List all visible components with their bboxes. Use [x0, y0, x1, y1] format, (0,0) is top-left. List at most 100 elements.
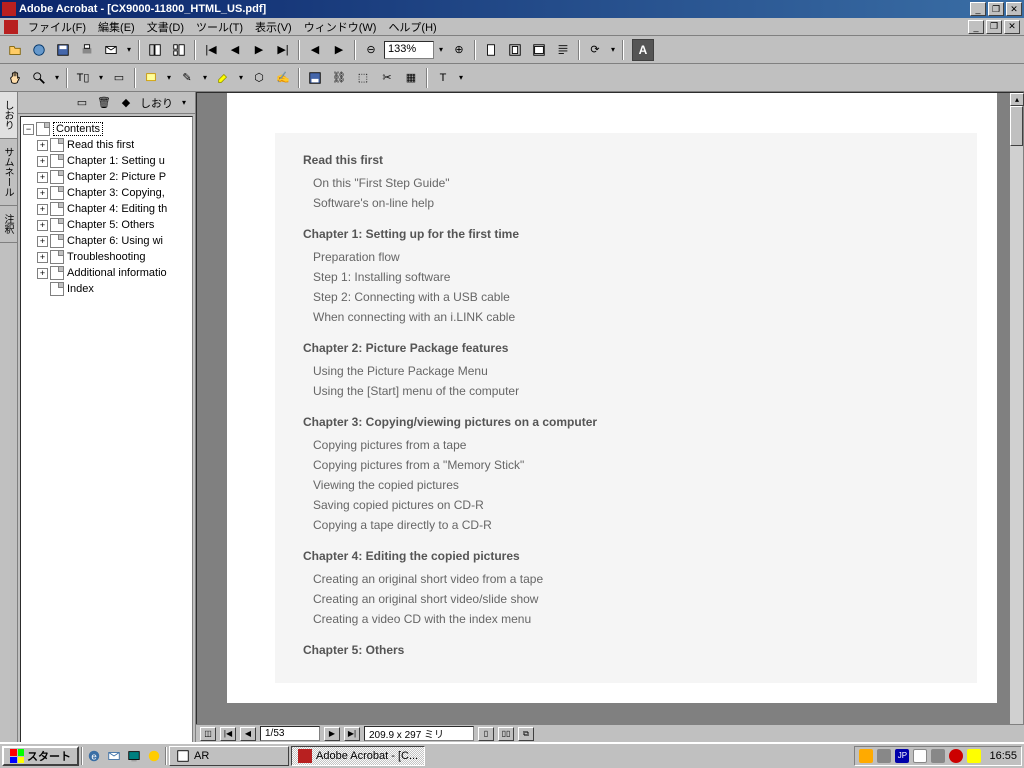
- tree-item[interactable]: +Chapter 5: Others: [35, 217, 192, 233]
- menu-tools[interactable]: ツール(T): [190, 17, 249, 37]
- expand-icon[interactable]: +: [37, 188, 48, 199]
- start-button[interactable]: スタート: [2, 746, 79, 766]
- prev-page-button[interactable]: ◀: [224, 39, 246, 61]
- tray-icon-3[interactable]: [913, 749, 927, 763]
- toc-heading[interactable]: Chapter 1: Setting up for the first time: [303, 227, 949, 241]
- rotate-dropdown[interactable]: ▾: [608, 45, 618, 54]
- side-tab-thumbnails[interactable]: サムネール: [0, 139, 17, 206]
- collapse-icon[interactable]: −: [23, 124, 34, 135]
- tree-item[interactable]: +Chapter 2: Picture P: [35, 169, 192, 185]
- menu-help[interactable]: ヘルプ(H): [382, 17, 442, 37]
- quicklaunch-ie-icon[interactable]: e: [85, 747, 103, 765]
- toc-heading[interactable]: Read this first: [303, 153, 949, 167]
- hand-tool-button[interactable]: [4, 67, 26, 89]
- show-bookmarks-button[interactable]: [144, 39, 166, 61]
- tray-icon-4[interactable]: [931, 749, 945, 763]
- tree-item[interactable]: +Read this first: [35, 137, 192, 153]
- bookmark-menu-dropdown[interactable]: ▾: [179, 98, 189, 107]
- close-button[interactable]: ✕: [1006, 2, 1022, 16]
- zoom-field[interactable]: 133%: [384, 41, 434, 59]
- doc-close-button[interactable]: ✕: [1004, 20, 1020, 34]
- scroll-thumb-v[interactable]: [1010, 106, 1023, 146]
- mail-button[interactable]: [100, 39, 122, 61]
- crop-tool-button[interactable]: ✂: [376, 67, 398, 89]
- toc-link[interactable]: Saving copied pictures on CD-R: [313, 495, 949, 515]
- rotate-button[interactable]: ⟳: [584, 39, 606, 61]
- highlight-dropdown[interactable]: ▾: [236, 73, 246, 82]
- status-layout-button[interactable]: ◫: [200, 727, 216, 741]
- movie-tool-button[interactable]: ▦: [400, 67, 422, 89]
- expand-icon[interactable]: +: [37, 172, 48, 183]
- quicklaunch-desktop-icon[interactable]: [125, 747, 143, 765]
- first-page-button[interactable]: |◀: [200, 39, 222, 61]
- menu-edit[interactable]: 編集(E): [92, 17, 141, 37]
- toc-link[interactable]: Copying a tape directly to a CD-R: [313, 515, 949, 535]
- tray-volume-icon[interactable]: [967, 749, 981, 763]
- save-button[interactable]: [52, 39, 74, 61]
- tree-item[interactable]: +Chapter 6: Using wi: [35, 233, 192, 249]
- graphics-select-button[interactable]: ▭: [108, 67, 130, 89]
- open-web-button[interactable]: [28, 39, 50, 61]
- delete-bookmark-button[interactable]: 🗑: [96, 95, 112, 111]
- stamp-tool-button[interactable]: ⬡: [248, 67, 270, 89]
- clock[interactable]: 16:55: [989, 750, 1017, 762]
- taskbar-task-acrobat[interactable]: Adobe Acrobat - [C...: [291, 746, 425, 766]
- article-tool-button[interactable]: ⬚: [352, 67, 374, 89]
- signature-tool-button[interactable]: ✍: [272, 67, 294, 89]
- fit-page-button[interactable]: [504, 39, 526, 61]
- toc-link[interactable]: On this "First Step Guide": [313, 173, 949, 193]
- back-button[interactable]: ◀: [304, 39, 326, 61]
- expand-icon[interactable]: +: [37, 236, 48, 247]
- note-tool-button[interactable]: [140, 67, 162, 89]
- toc-heading[interactable]: Chapter 4: Editing the copied pictures: [303, 549, 949, 563]
- fit-width-button[interactable]: [528, 39, 550, 61]
- tree-root[interactable]: − Contents: [21, 121, 192, 137]
- toc-link[interactable]: Creating a video CD with the index menu: [313, 609, 949, 629]
- tray-icon-5[interactable]: [949, 749, 963, 763]
- minimize-button[interactable]: _: [970, 2, 986, 16]
- side-tab-comments[interactable]: 注釈: [0, 206, 17, 243]
- expand-icon[interactable]: +: [37, 204, 48, 215]
- form-tool-button[interactable]: [304, 67, 326, 89]
- status-continuous-button[interactable]: ▯▯: [498, 727, 514, 741]
- bookmark-expand-button[interactable]: ◆: [118, 95, 134, 111]
- toc-heading[interactable]: Chapter 2: Picture Package features: [303, 341, 949, 355]
- tree-item[interactable]: +Chapter 3: Copying,: [35, 185, 192, 201]
- toc-link[interactable]: Software's on-line help: [313, 193, 949, 213]
- last-page-button[interactable]: ▶|: [272, 39, 294, 61]
- tree-item[interactable]: +Chapter 1: Setting u: [35, 153, 192, 169]
- tray-icon-1[interactable]: [859, 749, 873, 763]
- menu-view[interactable]: 表示(V): [249, 17, 298, 37]
- touchup-dropdown[interactable]: ▾: [456, 73, 466, 82]
- tree-item[interactable]: +Troubleshooting: [35, 249, 192, 265]
- new-bookmark-button[interactable]: ▭: [74, 95, 90, 111]
- toc-link[interactable]: Copying pictures from a tape: [313, 435, 949, 455]
- zoom-out-button[interactable]: ⊖: [360, 39, 382, 61]
- toc-heading[interactable]: Chapter 3: Copying/viewing pictures on a…: [303, 415, 949, 429]
- toolbar-dropdown[interactable]: ▾: [124, 45, 134, 54]
- vertical-scrollbar[interactable]: ▴ ▾: [1009, 93, 1023, 747]
- toc-link[interactable]: Using the Picture Package Menu: [313, 361, 949, 381]
- toc-link[interactable]: Creating an original short video from a …: [313, 569, 949, 589]
- toc-link[interactable]: Using the [Start] menu of the computer: [313, 381, 949, 401]
- side-tab-bookmarks[interactable]: しおり: [0, 92, 17, 139]
- toc-link[interactable]: Viewing the copied pictures: [313, 475, 949, 495]
- pencil-tool-button[interactable]: ✎: [176, 67, 198, 89]
- doc-minimize-button[interactable]: _: [968, 20, 984, 34]
- open-button[interactable]: [4, 39, 26, 61]
- tray-ime-icon[interactable]: JP: [895, 749, 909, 763]
- text-select-dropdown[interactable]: ▾: [96, 73, 106, 82]
- text-select-button[interactable]: T▯: [72, 67, 94, 89]
- doc-restore-button[interactable]: ❐: [986, 20, 1002, 34]
- status-next-button[interactable]: ▶: [324, 727, 340, 741]
- link-tool-button[interactable]: ⛓: [328, 67, 350, 89]
- toc-link[interactable]: Preparation flow: [313, 247, 949, 267]
- menu-file[interactable]: ファイル(F): [22, 17, 92, 37]
- status-facing-button[interactable]: ⧉: [518, 727, 534, 741]
- note-dropdown[interactable]: ▾: [164, 73, 174, 82]
- highlight-tool-button[interactable]: [212, 67, 234, 89]
- zoom-tool-dropdown[interactable]: ▾: [52, 73, 62, 82]
- toc-heading[interactable]: Chapter 5: Others: [303, 643, 949, 657]
- zoom-dropdown[interactable]: ▾: [436, 45, 446, 54]
- scroll-up-button[interactable]: ▴: [1010, 93, 1024, 106]
